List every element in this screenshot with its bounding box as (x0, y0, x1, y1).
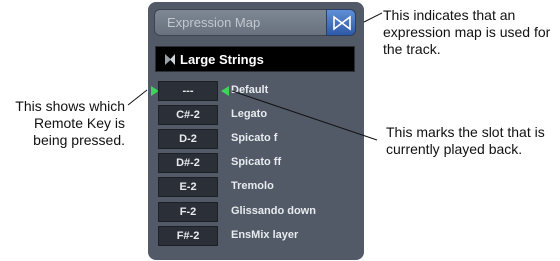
callout-line-expression-map (363, 12, 383, 23)
annotation-expression-map: This indicates that an expression map is… (383, 7, 551, 57)
callout-line-remote-key (127, 89, 148, 106)
annotation-remote-key: This shows which Remote Key is being pre… (15, 98, 125, 148)
callout-line-slot-played (231, 90, 378, 141)
annotation-slot-played: This marks the slot that is currently pl… (386, 124, 545, 157)
